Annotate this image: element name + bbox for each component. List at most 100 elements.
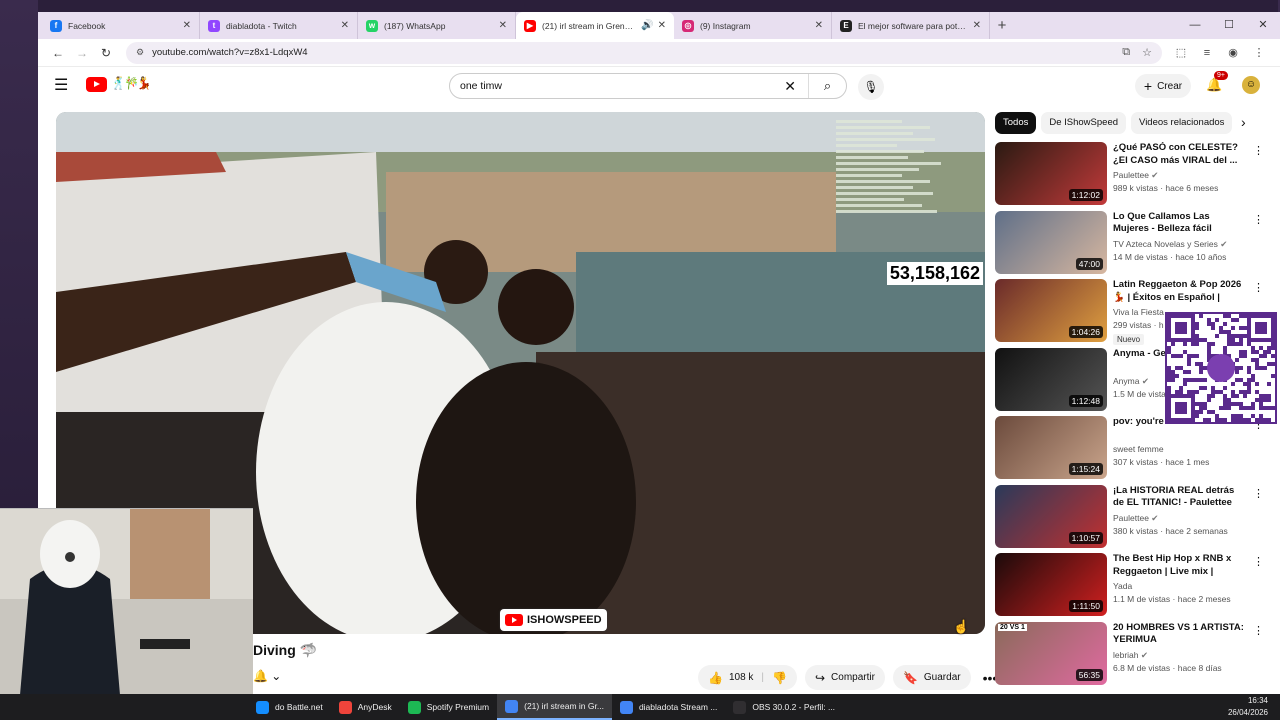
video-meta: 14 M de vistas · hace 10 años (1113, 251, 1227, 262)
search-box[interactable]: one timw ✕ ⌕ (449, 73, 847, 99)
more-options-icon[interactable]: ⋮ (1253, 213, 1264, 226)
filter-chip[interactable]: De IShowSpeed (1041, 112, 1127, 134)
recommendation-item[interactable]: 1:10:57 ¡La HISTORIA REAL detrás de EL TI… (995, 484, 1264, 554)
youtube-logo[interactable] (86, 77, 107, 92)
recommendation-title[interactable]: 20 HOMBRES VS 1 ARTISTA: YERIMUA (1113, 622, 1245, 647)
clear-search-icon[interactable]: ✕ (784, 78, 796, 95)
recommendation-item[interactable]: 1:12:02 ¿Qué PASÓ con CELESTE? ¿El CASO m… (995, 142, 1264, 211)
taskbar-item[interactable]: do Battle.net (248, 694, 331, 720)
more-options-icon[interactable]: ⋮ (1253, 281, 1264, 294)
profile-icon[interactable]: ◉ (1220, 46, 1246, 59)
taskbar-item[interactable]: AnyDesk (331, 694, 400, 720)
close-window-icon[interactable]: ✕ (1246, 12, 1280, 39)
recommendation-title[interactable]: The Best Hip Hop x RNB x Reggaeton | Liv… (1113, 553, 1245, 578)
app-icon (256, 700, 269, 714)
close-tab-icon[interactable]: ✕ (815, 20, 823, 31)
more-options-icon[interactable]: ⋮ (1253, 555, 1264, 568)
video-thumbnail[interactable]: 1:15:24 (995, 416, 1107, 479)
recommendation-item[interactable]: 1:15:24 pov: you're in an edit sweet femme… (995, 416, 1264, 485)
save-button[interactable]: 🔖 Guardar (892, 665, 971, 690)
address-bar[interactable]: ⚙ youtube.com/watch?v=z8x1-LdqxW4 ⧉ ☆ (126, 41, 1162, 64)
video-thumbnail[interactable]: 1:12:48 (995, 347, 1107, 411)
clock-date: 26/04/2026 (1227, 708, 1268, 717)
create-button[interactable]: + Crear (1135, 74, 1191, 98)
filter-chip[interactable]: Videos relacionados (1131, 112, 1233, 134)
hamburger-menu-icon[interactable]: ☰ (54, 78, 68, 94)
video-thumbnail[interactable]: 1:11:50 (995, 553, 1107, 616)
close-tab-icon[interactable]: ✕ (973, 20, 981, 31)
reload-icon[interactable]: ↻ (94, 46, 118, 60)
more-options-icon[interactable]: ⋮ (1253, 624, 1264, 637)
subscription-bell-icon[interactable]: 🔔 ⌄ (253, 669, 281, 683)
verified-icon: ✔ (1220, 238, 1228, 249)
chevron-right-icon[interactable]: › (1241, 114, 1246, 130)
recommendation-item[interactable]: 1:11:50 The Best Hip Hop x RNB x Reggaeto… (995, 553, 1264, 622)
browser-tab[interactable]: t diabladota - Twitch ✕ (200, 12, 358, 39)
microphone-icon[interactable]: 🎙 (858, 74, 884, 100)
system-clock[interactable]: 16:34 26/04/2026 (1228, 695, 1268, 719)
browser-tab[interactable]: ▶ (21) irl stream in Grenada 🔊 ✕ (516, 12, 674, 39)
browser-tab[interactable]: E El mejor software para potenci ✕ (832, 12, 990, 39)
browser-tab[interactable]: ◎ (9) Instagram ✕ (674, 12, 832, 39)
close-tab-icon[interactable]: ✕ (658, 20, 666, 31)
thumbs-down-icon[interactable]: 👎 (772, 671, 787, 685)
recommendation-title[interactable]: Latin Reggaeton & Pop 2026 💃 | Éxitos en… (1113, 279, 1245, 304)
share-button[interactable]: ↪ Compartir (804, 665, 885, 690)
forward-icon[interactable]: → (70, 46, 94, 60)
video-duration: 1:04:26 (1068, 326, 1103, 338)
browser-tab[interactable]: f Facebook ✕ (42, 12, 200, 39)
video-thumbnail[interactable]: 1:12:02 (995, 142, 1107, 205)
search-icon[interactable]: ⌕ (808, 74, 846, 98)
close-tab-icon[interactable]: ✕ (499, 20, 507, 31)
watermark-text: ISHOWSPEED (527, 614, 602, 626)
filter-chip[interactable]: Todos (995, 112, 1037, 134)
video-meta: 1.5 M de vistas (1113, 388, 1171, 399)
channel-name[interactable]: Anyma ✔ (1113, 376, 1149, 387)
maximize-icon[interactable]: ☐ (1212, 12, 1246, 39)
search-input[interactable]: one timw (460, 80, 784, 92)
audio-icon[interactable]: 🔊 (641, 20, 653, 31)
channel-name[interactable]: TV Azteca Novelas y Series ✔ (1113, 239, 1227, 250)
recommendation-item[interactable]: 47:00 Lo Que Callamos Las Mujeres - Belle… (995, 210, 1264, 280)
recommendation-title[interactable]: Lo Que Callamos Las Mujeres - Belleza fá… (1113, 211, 1245, 236)
webcam-frame (0, 509, 253, 694)
video-thumbnail[interactable]: 1:04:26 (995, 279, 1107, 342)
channel-name[interactable]: Viva la Fiesta (1113, 307, 1164, 317)
back-icon[interactable]: ← (46, 46, 70, 60)
video-thumbnail[interactable]: 47:00 (995, 210, 1107, 274)
recommendation-title[interactable]: ¡La HISTORIA REAL detrás de EL TITANIC! … (1113, 485, 1245, 510)
channel-name[interactable]: sweet femme (1113, 444, 1164, 454)
like-button[interactable]: 👍 108 k | 👎 (698, 665, 797, 690)
taskbar: do Battle.net AnyDesk Spotify Premium (21) … (0, 694, 1280, 720)
channel-name[interactable]: Paulettee ✔ (1113, 170, 1158, 181)
channel-name[interactable]: Yada (1113, 581, 1132, 591)
avatar[interactable]: ☺ (1242, 76, 1260, 94)
recommendation-title[interactable]: ¿Qué PASÓ con CELESTE? ¿El CASO más VIRA… (1113, 142, 1245, 167)
recommendation-item[interactable]: 20 VS 1 56:35 20 HOMBRES VS 1 ARTISTA: YER… (995, 621, 1264, 691)
video-thumbnail[interactable]: 1:10:57 (995, 484, 1107, 548)
channel-name[interactable]: lebriah ✔ (1113, 650, 1148, 661)
minimize-icon[interactable]: — (1178, 12, 1212, 39)
taskbar-item[interactable]: Spotify Premium (400, 694, 497, 720)
video-thumbnail[interactable]: 20 VS 1 56:35 (995, 621, 1107, 685)
taskbar-items: do Battle.net AnyDesk Spotify Premium (21) … (248, 694, 843, 720)
channel-name[interactable]: Paulettee ✔ (1113, 513, 1158, 524)
share-icon: ↪ (814, 670, 826, 685)
install-app-icon[interactable]: ⧉ (1122, 46, 1130, 59)
site-info-icon[interactable]: ⚙ (136, 47, 144, 58)
taskbar-item[interactable]: diabladota Stream ... (612, 694, 725, 720)
channel-watermark: ISHOWSPEED (500, 609, 607, 631)
close-tab-icon[interactable]: ✕ (183, 20, 191, 31)
bookmark-star-icon[interactable]: ☆ (1142, 46, 1152, 59)
browser-tab[interactable]: w (187) WhatsApp ✕ (358, 12, 516, 39)
new-tab-button[interactable]: + (990, 17, 1014, 34)
reading-list-icon[interactable]: ≡ (1194, 47, 1220, 59)
taskbar-item[interactable]: (21) irl stream in Gr... (497, 694, 612, 720)
browser-menu-icon[interactable]: ⋮ (1246, 46, 1272, 59)
more-options-icon[interactable]: ⋮ (1253, 144, 1264, 157)
taskbar-item[interactable]: OBS 30.0.2 - Perfil: ... (725, 694, 843, 720)
more-options-icon[interactable]: ⋮ (1253, 487, 1264, 500)
extensions-icon[interactable]: ⬚ (1168, 46, 1194, 59)
close-tab-icon[interactable]: ✕ (341, 20, 349, 31)
doodle-icon[interactable]: 🕺🎋💃 (111, 76, 152, 90)
